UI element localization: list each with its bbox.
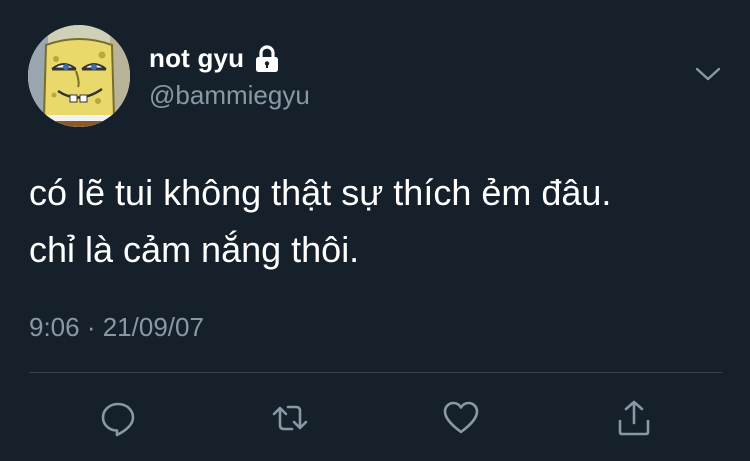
user-handle[interactable]: @bammiegyu [149,80,310,111]
lock-icon [254,44,280,73]
spongebob-avatar-icon [28,25,130,127]
retweet-button[interactable] [268,396,312,440]
timestamp[interactable]: 9:06 · 21/09/07 [29,312,204,343]
author-name-row: not gyu [149,43,280,74]
avatar[interactable] [28,25,130,127]
share-icon [618,400,650,436]
chevron-down-icon[interactable] [694,62,722,86]
share-button[interactable] [612,396,656,440]
reply-icon [101,402,135,437]
like-button[interactable] [439,396,483,440]
tweet-card: not gyu @bammiegyu có lẽ tui không thật … [0,0,750,461]
tweet-text: có lẽ tui không thật sự thích ẻm đâu. ch… [29,164,729,278]
retweet-icon [272,405,308,431]
divider [29,372,722,373]
tweet-text-line-2: chỉ là cảm nắng thôi. [29,229,360,270]
tweet-text-line-1: có lẽ tui không thật sự thích ẻm đâu. [29,172,612,213]
display-name[interactable]: not gyu [149,43,244,74]
reply-button[interactable] [96,396,140,440]
heart-icon [443,401,479,434]
